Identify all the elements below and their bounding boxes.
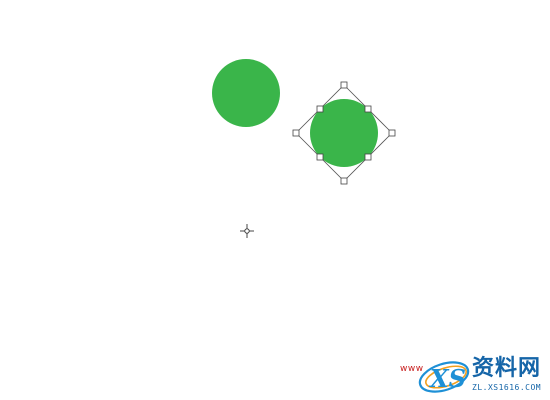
canvas-artwork <box>212 59 396 238</box>
transform-handle-left[interactable] <box>292 129 300 137</box>
transform-handle-top-left[interactable] <box>316 105 324 113</box>
transform-handle-top[interactable] <box>340 81 348 89</box>
transform-handle-right[interactable] <box>388 129 396 137</box>
crosshair-pivot-icon[interactable] <box>240 224 254 238</box>
watermark-title: 资料网 <box>472 356 542 381</box>
transform-handle-bottom[interactable] <box>340 177 348 185</box>
transform-handle-bottom-right[interactable] <box>364 153 372 161</box>
circle-original[interactable] <box>212 59 280 127</box>
transform-handle-bottom-left[interactable] <box>316 153 324 161</box>
watermark-url: ZL.XS1616.COM <box>472 383 542 392</box>
watermark-logo-letters: XS <box>428 364 466 393</box>
document-canvas[interactable]: www XS 资料网 ZL.XS1616.COM <box>0 0 550 400</box>
watermark-logo-icon: XS <box>418 361 470 393</box>
transform-handle-top-right[interactable] <box>364 105 372 113</box>
watermark: www XS 资料网 ZL.XS1616.COM <box>396 355 546 397</box>
